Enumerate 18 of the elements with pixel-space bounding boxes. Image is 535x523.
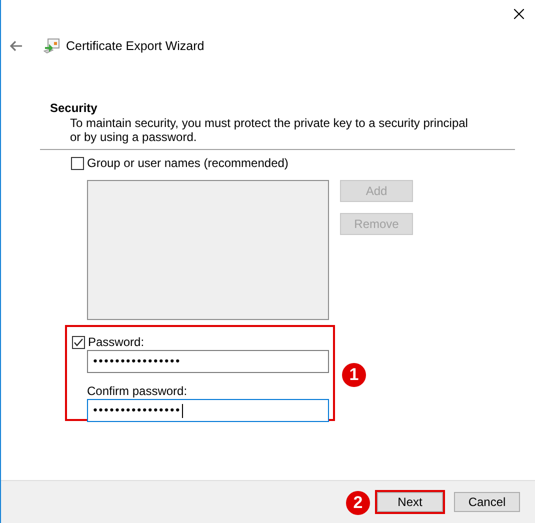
certificate-icon [43,38,60,54]
password-field[interactable]: •••••••••••••••• [87,350,329,373]
close-icon[interactable] [514,9,524,19]
checkbox[interactable] [71,156,84,170]
password-field[interactable]: •••••••••••••••• [87,399,329,422]
step-badge: 2 [346,491,370,515]
step-badge: 1 [342,363,366,387]
cancel-button[interactable]: Cancel [454,492,520,512]
principal-list[interactable] [87,180,329,320]
confirm-password-label: Confirm password: [87,384,188,398]
next-button[interactable]: Next [377,492,443,512]
checkbox-label: Password: [88,335,144,349]
section-heading: Security [50,101,98,115]
checkbox-label: Group or user names (recommended) [87,156,288,170]
wizard-title: Certificate Export Wizard [66,39,204,53]
section-description: To maintain security, you must protect the private key to a security principal or by using a password. [70,117,469,144]
back-arrow-icon[interactable] [9,40,23,52]
checkbox[interactable] [72,336,85,348]
